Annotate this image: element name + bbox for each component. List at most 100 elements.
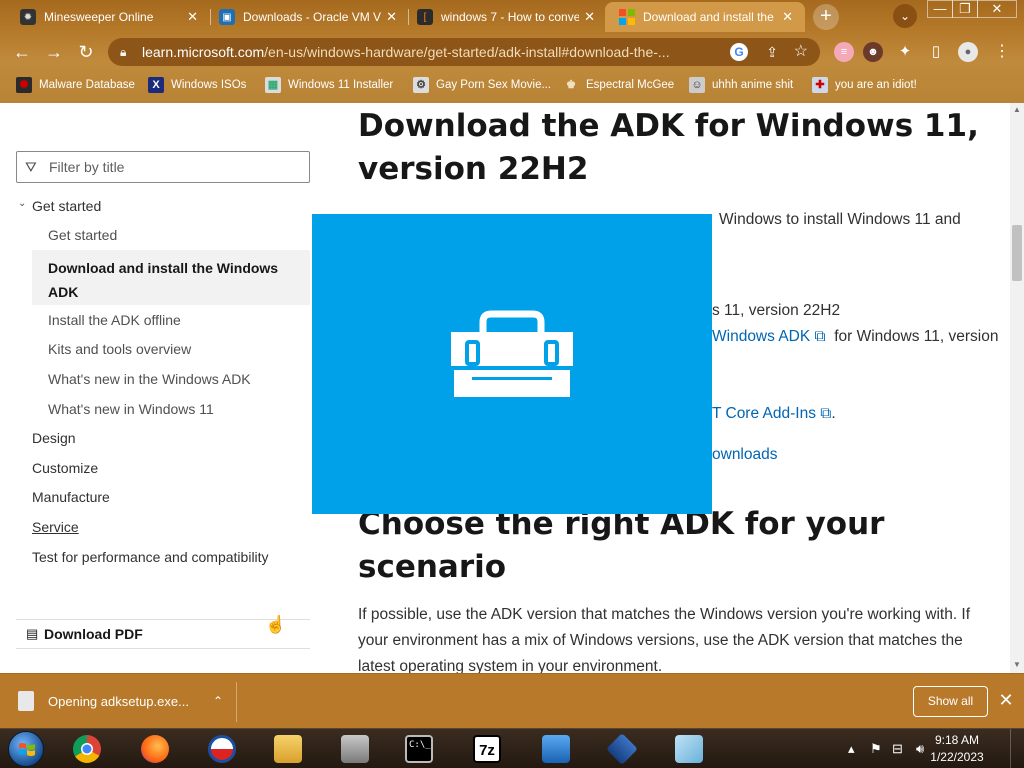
close-icon[interactable]: ✕ <box>782 9 793 25</box>
forward-icon[interactable]: → <box>42 40 66 64</box>
toc-item-design[interactable]: Design <box>32 430 76 446</box>
show-hidden-icons[interactable]: ▴ <box>848 741 855 757</box>
toc-item-whats-new-adk[interactable]: What's new in the Windows ADK <box>48 371 251 387</box>
taskbar-notepad[interactable] <box>667 732 711 766</box>
article-heading-download-adk: Download the ADK for Windows 11, version… <box>358 105 979 191</box>
chevron-up-icon[interactable]: ⌃ <box>213 694 223 708</box>
taskbar-network-settings[interactable] <box>534 732 578 766</box>
share-icon[interactable]: ⇪ <box>766 38 778 66</box>
toc-group-get-started[interactable]: ⌄ Get started <box>18 198 102 214</box>
close-icon[interactable]: ✕ <box>996 688 1016 712</box>
toc-item-get-started[interactable]: Get started <box>48 227 117 243</box>
close-icon[interactable]: ✕ <box>584 9 595 25</box>
pdf-icon: ▤ <box>26 626 39 641</box>
download-item[interactable]: Opening adksetup.exe... ⌃ <box>18 688 223 714</box>
tab-search-icon[interactable]: ⌄ <box>893 4 917 28</box>
bookmark-label: you are an idiot! <box>835 79 917 91</box>
scrollbar-thumb[interactable] <box>1012 225 1022 281</box>
bookmark-windows11-installer[interactable]: ▦ Windows 11 Installer <box>265 76 393 94</box>
tab-title: windows 7 - How to conver <box>441 10 579 24</box>
paragraph-fragment: for Windows 11, version <box>834 328 999 345</box>
browser-frame: ✹ Minesweeper Online ✕ ▣ Downloads - Ora… <box>0 0 1024 103</box>
taskbar-firefox[interactable] <box>133 732 177 766</box>
bookmark-you-are-an-idiot[interactable]: ✚ you are an idiot! <box>812 76 917 94</box>
bookmark-anime[interactable]: ☺ uhhh anime shit <box>689 76 793 94</box>
bookmark-windows-isos[interactable]: X Windows ISOs <box>148 76 246 94</box>
windows-adk-link[interactable]: Windows ADK <box>712 328 810 345</box>
minimize-button[interactable]: — <box>927 0 953 18</box>
tab-title: Download and install the <box>643 10 774 24</box>
taskbar-chrome[interactable] <box>65 732 109 766</box>
window-close-button[interactable]: ✕ <box>977 0 1017 18</box>
taskbar-command-prompt[interactable]: C:\_ <box>397 732 441 766</box>
file-icon <box>18 691 34 711</box>
bookmarks-bar: ✺ Malware Database X Windows ISOs ▦ Wind… <box>0 70 1024 100</box>
toc-label: Get started <box>32 198 102 214</box>
start-button[interactable] <box>8 731 44 767</box>
address-bar[interactable]: 🔒︎ learn.microsoft.com/en-us/windows-har… <box>108 38 820 66</box>
side-panel-icon[interactable]: ▯ <box>926 42 946 62</box>
flag-icon: ✚ <box>812 77 828 93</box>
browser-toolbar: ← → ↻ 🔒︎ learn.microsoft.com/en-us/windo… <box>0 34 1024 70</box>
tab-minesweeper[interactable]: ✹ Minesweeper Online ✕ <box>6 2 210 32</box>
tab-download-adk[interactable]: Download and install the ✕ <box>605 2 805 32</box>
profile-avatar-icon[interactable]: ● <box>958 42 978 62</box>
taskbar-file-explorer[interactable] <box>266 732 310 766</box>
extension-flag-icon[interactable]: ≡ <box>834 42 854 62</box>
toc-item-install-adk-offline[interactable]: Install the ADK offline <box>48 312 181 328</box>
taskbar-virtualbox[interactable] <box>600 732 644 766</box>
toc-item-whats-new-windows11[interactable]: What's new in Windows 11 <box>48 401 214 417</box>
bookmark-malware-database[interactable]: ✺ Malware Database <box>16 76 135 94</box>
scroll-up-icon[interactable]: ▲ <box>1012 105 1022 114</box>
filter-input[interactable]: ⛛ Filter by title <box>16 151 310 183</box>
paragraph-choose-adk: If possible, use the ADK version that ma… <box>358 602 970 673</box>
tab-title: Minesweeper Online <box>44 10 154 24</box>
action-center-flag-icon[interactable]: ⚑ <box>870 741 882 757</box>
heading-line: version 22H2 <box>358 151 589 187</box>
bookmark-espectral-mcgee[interactable]: ♚ Espectral McGee <box>563 76 674 94</box>
clock[interactable]: 9:18 AM 1/22/2023 <box>921 732 993 766</box>
scroll-down-icon[interactable]: ▼ <box>1012 660 1022 669</box>
tab-oracle-downloads[interactable]: ▣ Downloads - Oracle VM V ✕ <box>205 2 409 32</box>
taskbar-7zip[interactable]: 7z <box>465 732 509 766</box>
downloads-link[interactable]: ownloads <box>712 446 778 463</box>
show-all-button[interactable]: Show all <box>913 686 988 717</box>
toc-item-kits-tools-overview[interactable]: Kits and tools overview <box>48 341 191 357</box>
taskbar-device-manager[interactable] <box>333 732 377 766</box>
bookmark-star-icon[interactable]: ☆ <box>794 38 808 66</box>
network-icon[interactable]: ⊟ <box>892 741 903 757</box>
iot-core-addins-link[interactable]: T Core Add-Ins <box>712 405 816 422</box>
google-lens-icon[interactable]: G <box>730 43 748 61</box>
paragraph-line: latest operating system in your environm… <box>358 658 663 673</box>
toc-item-service[interactable]: Service <box>32 519 79 535</box>
show-desktop-button[interactable] <box>1010 729 1024 768</box>
close-icon[interactable]: ✕ <box>386 9 397 25</box>
extensions-puzzle-icon[interactable]: ✦ <box>895 42 915 62</box>
reload-icon[interactable]: ↻ <box>74 40 98 64</box>
file-explorer-icon <box>274 735 302 763</box>
back-icon[interactable]: ← <box>10 40 34 64</box>
toc-item-test-performance[interactable]: Test for performance and compatibility <box>32 549 269 565</box>
tab-windows7-convert[interactable]: [ windows 7 - How to conver ✕ <box>403 2 607 32</box>
device-manager-icon <box>341 735 369 763</box>
bookmark-site[interactable]: ⚙ Gay Porn Sex Movie... <box>413 76 551 94</box>
toc-item-manufacture[interactable]: Manufacture <box>32 489 110 505</box>
new-tab-button[interactable]: + <box>813 4 839 30</box>
url-path: /en-us/windows-hardware/get-started/adk-… <box>264 44 670 60</box>
microsoft-icon <box>619 9 635 25</box>
bookmark-label: Gay Porn Sex Movie... <box>436 79 552 91</box>
toc-item-customize[interactable]: Customize <box>32 460 98 476</box>
restore-button[interactable]: ❐ <box>952 0 978 18</box>
download-pdf-label: Download PDF <box>44 626 143 642</box>
bookmark-label: Windows ISOs <box>171 79 247 91</box>
divider <box>236 682 237 722</box>
menu-kebab-icon[interactable]: ⋮ <box>992 42 1012 62</box>
close-icon[interactable]: ✕ <box>187 9 198 25</box>
scrollbar-track[interactable] <box>1010 103 1024 673</box>
taskbar-obama-app[interactable] <box>200 732 244 766</box>
paragraph-link-line: T Core Add-Ins ⧉. <box>712 401 836 427</box>
toc-item-download-install-adk[interactable]: Download and install the Windows ADK <box>32 250 310 305</box>
bookmark-label: uhhh anime shit <box>712 79 794 91</box>
network-settings-icon <box>542 735 570 763</box>
extension-avatar-icon[interactable]: ☻ <box>863 42 883 62</box>
